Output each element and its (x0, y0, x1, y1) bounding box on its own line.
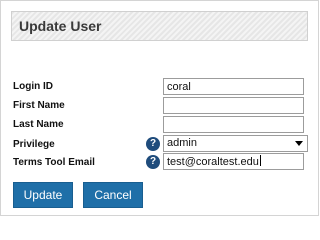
privilege-help-icon[interactable]: ? (146, 137, 160, 151)
terms-tool-email-input[interactable]: test@coraltest.edu (163, 153, 304, 170)
update-user-dialog: Update User Login ID First Name Last Nam… (0, 0, 319, 216)
cancel-button[interactable]: Cancel (83, 182, 143, 208)
terms-tool-email-label: Terms Tool Email (13, 157, 95, 168)
chevron-down-icon (295, 141, 303, 146)
last-name-input[interactable] (163, 116, 304, 133)
privilege-select[interactable]: admin (163, 135, 308, 152)
privilege-label: Privilege (13, 139, 55, 150)
privilege-selected-value: admin (167, 137, 197, 149)
dialog-title: Update User (19, 18, 102, 34)
dialog-header: Update User (11, 11, 308, 41)
terms-tool-email-help-icon[interactable]: ? (146, 155, 160, 169)
terms-tool-email-value: test@coraltest.edu (167, 156, 259, 168)
login-id-label: Login ID (13, 81, 53, 92)
login-id-input[interactable] (163, 78, 304, 95)
last-name-label: Last Name (13, 119, 64, 130)
first-name-label: First Name (13, 100, 65, 111)
update-button[interactable]: Update (13, 182, 73, 208)
text-cursor (259, 155, 261, 166)
first-name-input[interactable] (163, 97, 304, 114)
